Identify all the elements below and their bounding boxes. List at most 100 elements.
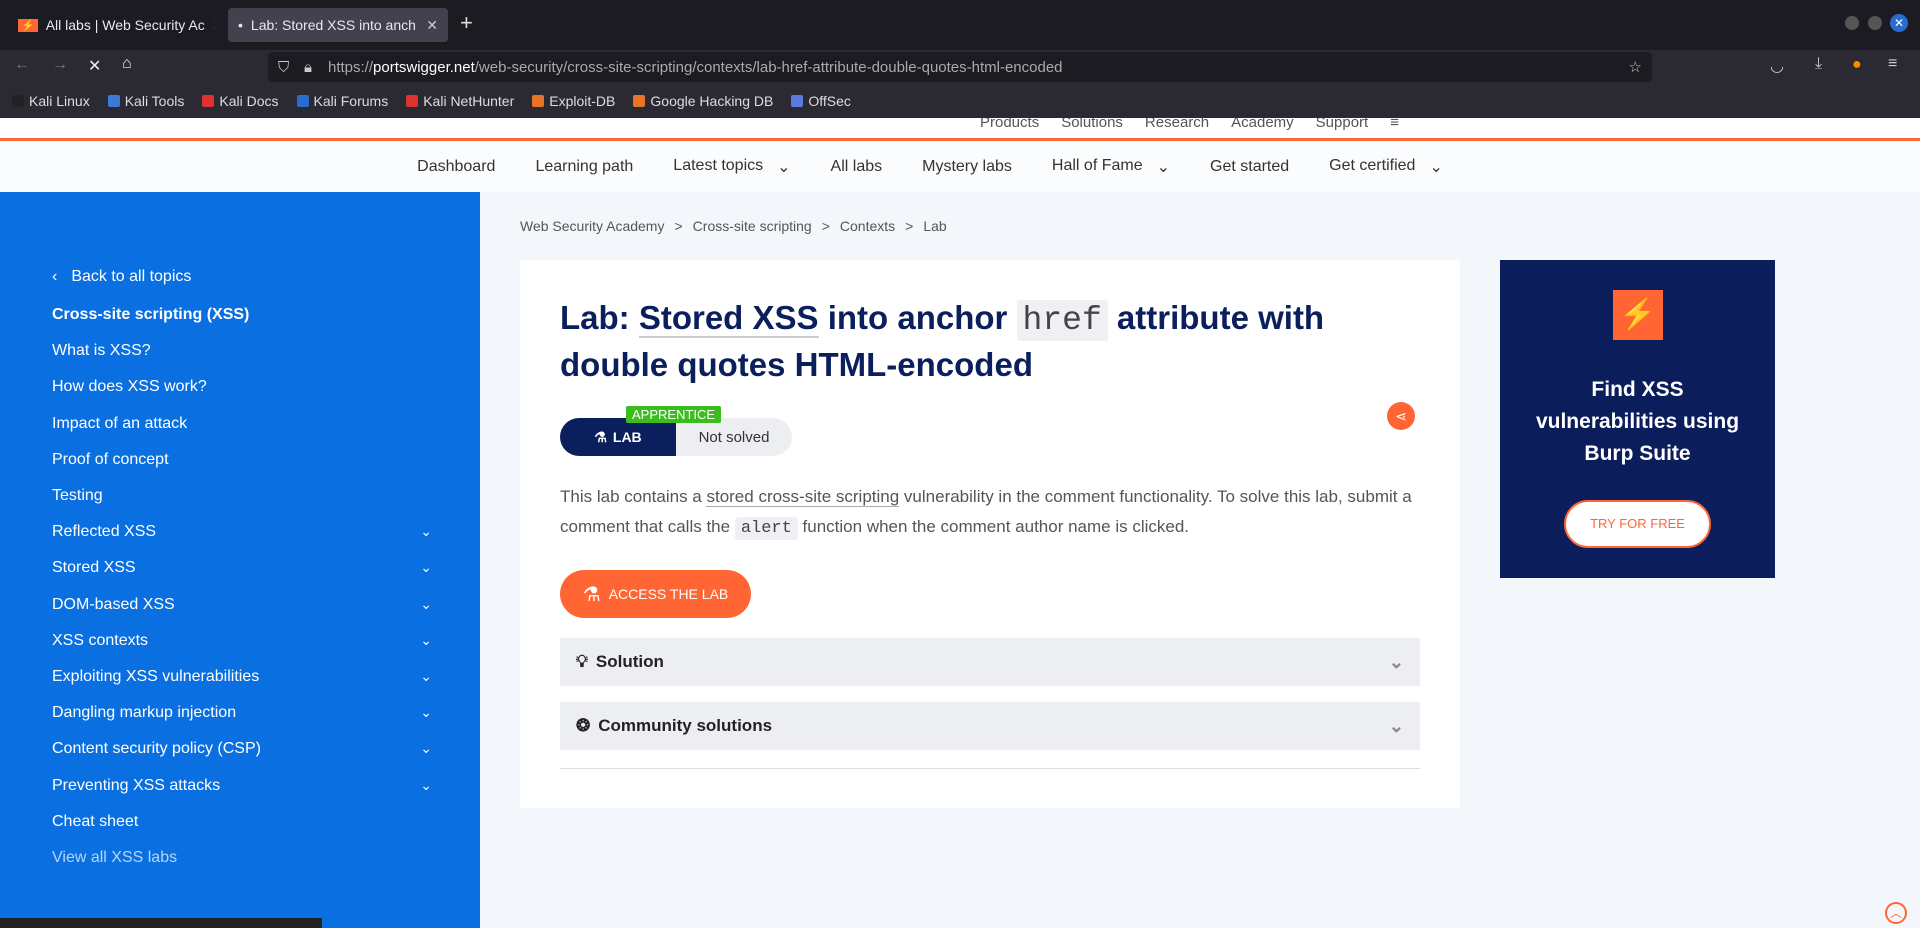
maximize-button[interactable] (1868, 16, 1882, 30)
bookmark-star-icon[interactable]: ☆ (1629, 58, 1642, 76)
url-domain: portswigger.net (373, 58, 475, 76)
bookmark-item[interactable]: Kali Docs (202, 93, 279, 109)
sidebar-item[interactable]: What is XSS? (52, 342, 432, 360)
back-icon[interactable]: ← (14, 56, 30, 74)
lab-label: LAB (612, 429, 642, 445)
close-tab-icon[interactable]: ✕ (426, 17, 438, 34)
sidebar-item-label: View all XSS labs (52, 849, 178, 866)
sidebar-item[interactable]: How does XSS work? (52, 378, 432, 396)
breadcrumb-item[interactable]: Cross-site scripting (693, 218, 812, 234)
close-tab-icon[interactable]: ✕ (213, 17, 215, 34)
sidebar-item[interactable]: Reflected XSS ⌄ (52, 523, 432, 541)
subnav-item[interactable]: All labs (831, 158, 883, 176)
bookmark-item[interactable]: Kali Linux (12, 93, 90, 109)
sidebar-item[interactable]: Content security policy (CSP) ⌄ (52, 740, 432, 758)
hamburger-icon[interactable]: ≡ (1390, 118, 1399, 131)
breadcrumb-item[interactable]: Contexts (840, 218, 895, 234)
extension-icon[interactable]: ● (1852, 56, 1862, 74)
home-icon[interactable]: ⌂ (122, 55, 132, 73)
minimize-button[interactable] (1845, 16, 1859, 30)
bookmarks-bar: Kali Linux Kali Tools Kali Docs Kali Forums… (0, 84, 1920, 118)
flask-icon: ⚗ (582, 583, 601, 606)
url-bar[interactable]: ⛉ 🔒︎ https://portswigger.net/web-securit… (268, 52, 1652, 82)
access-label: ACCESS THE LAB (608, 586, 729, 602)
sidebar-item-label: Content security policy (CSP) (52, 740, 261, 758)
sidebar-item[interactable]: Proof of concept (52, 451, 432, 469)
sidebar-item[interactable]: View all XSS labs (52, 849, 432, 867)
stored-xss-link[interactable]: Stored XSS (638, 299, 819, 338)
academy-nav: Dashboard Learning path Latest topics ⌄ All … (0, 141, 1920, 192)
subnav-label: Get certified (1329, 156, 1416, 174)
sidebar-item[interactable]: Cross-site scripting (XSS) (52, 306, 432, 324)
burp-logo-icon: ⚡ (1613, 290, 1663, 340)
bookmark-item[interactable]: Kali Forums (296, 93, 388, 109)
status-bar (0, 918, 322, 928)
subnav-item[interactable]: Mystery labs (922, 158, 1012, 176)
subnav-item[interactable]: Hall of Fame ⌄ (1052, 157, 1170, 177)
scroll-top-button[interactable]: ︿ (1885, 902, 1907, 924)
tab-all-labs[interactable]: ⚡ All labs | Web Security Ac ✕ (8, 8, 215, 42)
breadcrumb: Web Security Academy > Cross-site scriptin… (520, 218, 947, 234)
subnav-item[interactable]: Dashboard (417, 158, 495, 176)
subnav-item[interactable]: Get started (1210, 158, 1289, 176)
sidebar: ‹ Back to all topics Cross-site scripting… (0, 192, 480, 928)
sidebar-item-label: Cheat sheet (52, 812, 139, 830)
menu-icon[interactable]: ≡ (1888, 55, 1897, 73)
portswigger-favicon-icon: ⚡ (18, 18, 38, 32)
sidebar-item[interactable]: Cheat sheet (52, 813, 432, 831)
sidebar-item-label: Impact of an attack (52, 414, 188, 432)
sidebar-item[interactable]: DOM-based XSS ⌄ (52, 596, 432, 614)
try-for-free-button[interactable]: TRY FOR FREE (1564, 500, 1711, 548)
sidebar-item[interactable]: Preventing XSS attacks ⌄ (52, 777, 432, 795)
bookmark-item[interactable]: Kali NetHunter (406, 93, 514, 109)
stored-xss-desc-link[interactable]: stored cross-site scripting (706, 487, 900, 507)
alert-code: alert (734, 517, 798, 540)
bookmark-item[interactable]: Kali Tools (107, 93, 184, 109)
sidebar-item[interactable]: XSS contexts ⌄ (52, 632, 432, 650)
sidebar-item-label: What is XSS? (52, 342, 151, 360)
pocket-icon[interactable]: ◡ (1770, 56, 1784, 76)
sidebar-item[interactable]: Dangling markup injection ⌄ (52, 704, 432, 722)
breadcrumb-item[interactable]: Web Security Academy (520, 218, 664, 234)
close-window-button[interactable]: ✕ (1890, 14, 1908, 32)
desc-text: This lab contains a (560, 487, 707, 506)
topnav-item[interactable]: Support (1316, 118, 1369, 131)
bookmark-label: OffSec (808, 93, 851, 109)
sidebar-item-label: XSS contexts (52, 631, 149, 649)
subnav-item[interactable]: Get certified ⌄ (1329, 157, 1443, 177)
back-to-topics-link[interactable]: ‹ Back to all topics (52, 268, 432, 286)
topnav-item[interactable]: Products (980, 118, 1039, 131)
access-lab-button[interactable]: ⚗ ACCESS THE LAB (560, 570, 751, 618)
community-icon: ❂ (576, 716, 591, 735)
bookmark-item[interactable]: OffSec (791, 93, 851, 109)
sidebar-item[interactable]: Testing (52, 487, 432, 505)
topnav-item[interactable]: Academy (1231, 118, 1294, 131)
shield-icon: ⛉ (278, 58, 290, 76)
forward-icon[interactable]: → (52, 56, 68, 74)
tab-bar: ⚡ All labs | Web Security Ac ✕ • Lab: Store… (0, 0, 1920, 50)
bookmark-item[interactable]: Exploit-DB (532, 93, 615, 109)
bookmark-favicon-icon (633, 95, 646, 107)
topnav-item[interactable]: Research (1145, 118, 1209, 131)
subnav-item[interactable]: Latest topics ⌄ (673, 157, 790, 177)
sidebar-item[interactable]: Stored XSS ⌄ (52, 559, 432, 577)
new-tab-button[interactable]: + (460, 10, 473, 36)
subnav-item[interactable]: Learning path (535, 158, 633, 176)
chevron-down-icon: ⌄ (1429, 158, 1443, 176)
chevron-down-icon: ⌄ (420, 523, 432, 540)
sidebar-item[interactable]: Exploiting XSS vulnerabilities ⌄ (52, 668, 432, 686)
flask-icon: ⚗ (594, 428, 607, 445)
community-solutions-panel[interactable]: ❂ Community solutions ⌄ (560, 702, 1420, 750)
topnav-item[interactable]: Solutions (1061, 118, 1123, 131)
lab-description: This lab contains a stored cross-site sc… (560, 482, 1420, 544)
bookmark-item[interactable]: Google Hacking DB (633, 93, 773, 109)
solution-panel[interactable]: 💡︎ Solution ⌄ (560, 638, 1420, 686)
tab-lab[interactable]: • Lab: Stored XSS into anch ✕ (228, 8, 448, 42)
stop-icon[interactable]: ✕ (88, 56, 101, 76)
share-icon[interactable]: ⋖ (1387, 402, 1415, 430)
sidebar-item-label: Preventing XSS attacks (52, 776, 221, 794)
download-icon[interactable]: ⤓ (1815, 55, 1822, 73)
panel-label: Community solutions (598, 716, 773, 735)
sidebar-item[interactable]: Impact of an attack (52, 415, 432, 433)
chevron-down-icon: ⌄ (420, 559, 432, 576)
